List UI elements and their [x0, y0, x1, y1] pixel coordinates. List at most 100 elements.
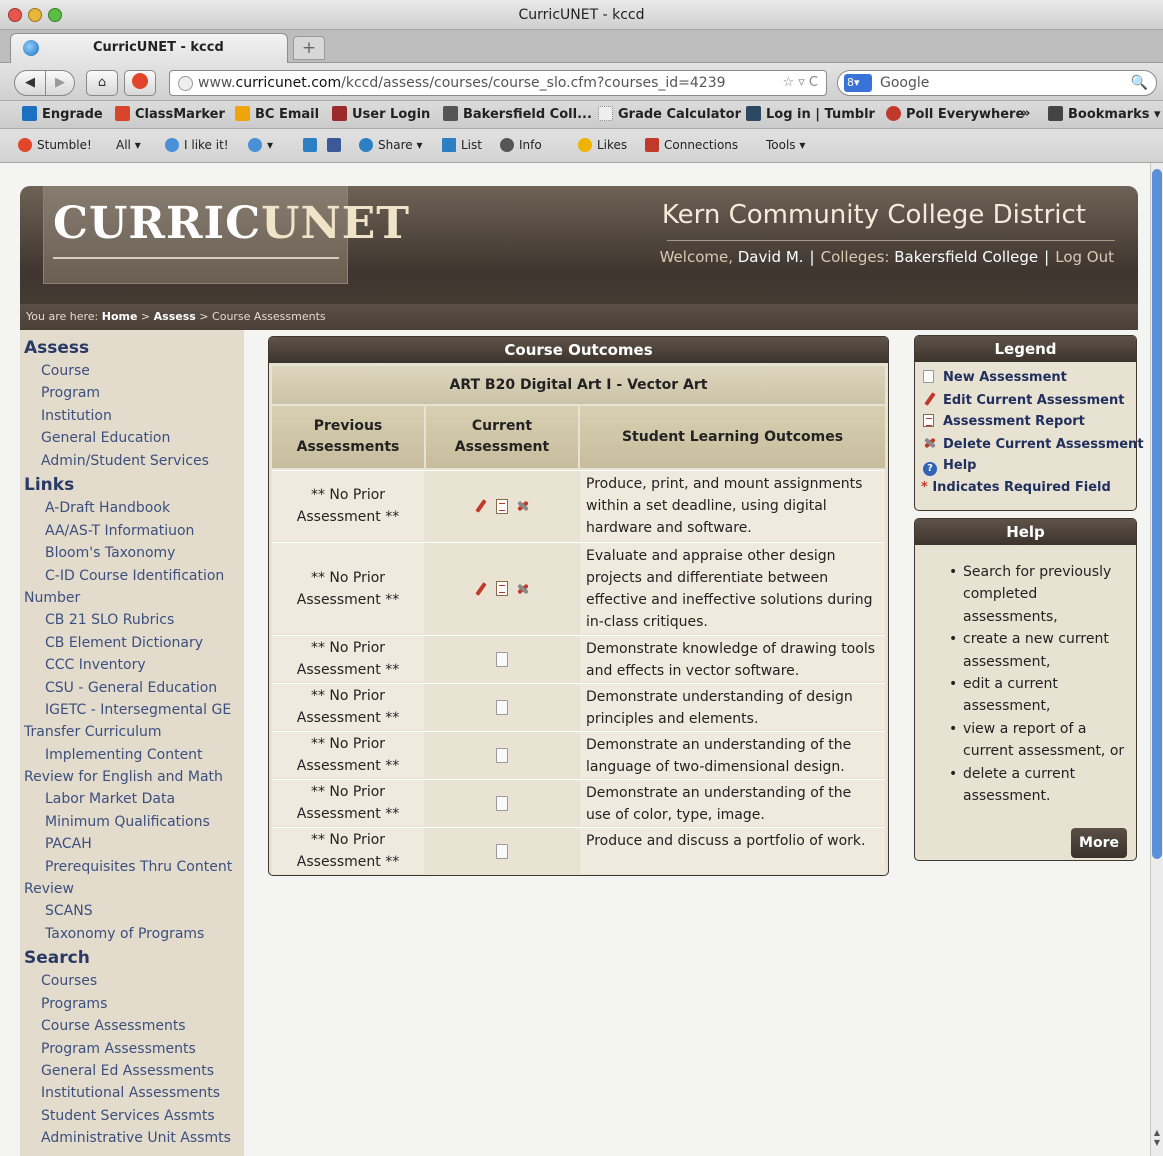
bookmark-grade-calculator[interactable]: Grade Calculator: [598, 106, 741, 122]
sidebar-search-program-assessments[interactable]: Program Assessments: [41, 1041, 196, 1057]
tab-curricunet[interactable]: CurricUNET - kccd: [10, 33, 288, 63]
breadcrumb-home-link[interactable]: Home: [102, 310, 138, 323]
sidebar-search-ge-assessments[interactable]: General Ed Assessments: [41, 1063, 214, 1079]
college-name[interactable]: Bakersfield College: [894, 248, 1038, 266]
sidebar-link-igetc[interactable]: IGETC - Intersegmental GE: [45, 702, 231, 718]
list-button[interactable]: List: [442, 138, 482, 152]
bookmark-poll-everywhere[interactable]: Poll Everywhere: [886, 106, 1024, 122]
sidebar-link-scans[interactable]: SCANS: [45, 903, 93, 919]
dislike-dropdown[interactable]: ▾: [248, 138, 273, 152]
report-icon[interactable]: [496, 498, 508, 514]
sidebar-link-cb21-rubrics[interactable]: CB 21 SLO Rubrics: [45, 612, 174, 628]
sidebar-link-implementing-content-cont[interactable]: Review for English and Math: [24, 769, 223, 785]
edit-pencil-icon[interactable]: [474, 582, 488, 596]
bookmark-classmarker[interactable]: ClassMarker: [115, 106, 225, 122]
sidebar-link-ccc-inventory[interactable]: CCC Inventory: [45, 657, 146, 673]
sidebar-search-institutional-assessments[interactable]: Institutional Assessments: [41, 1085, 220, 1101]
new-tab-button[interactable]: +: [293, 36, 325, 60]
stumble-button[interactable]: Stumble!: [18, 138, 92, 152]
stumble-all-dropdown[interactable]: All ▾: [116, 138, 141, 152]
report-icon[interactable]: [496, 581, 508, 596]
bookmark-engrade[interactable]: Engrade: [22, 106, 103, 122]
info-button[interactable]: Info: [500, 138, 542, 152]
new-assessment-icon[interactable]: [496, 843, 508, 859]
sidebar-item-general-education[interactable]: General Education: [41, 430, 170, 446]
connections-button[interactable]: Connections: [645, 138, 738, 152]
minimize-window-button[interactable]: [28, 8, 42, 22]
vertical-scrollbar[interactable]: ▲ ▼: [1150, 163, 1163, 1156]
url-domain: curricunet.com: [235, 75, 342, 91]
search-box[interactable]: 8▾ Google 🔍: [837, 70, 1157, 96]
zoom-window-button[interactable]: [48, 8, 62, 22]
sidebar-search-courses[interactable]: Courses: [41, 973, 97, 989]
sidebar-item-admin-student-services[interactable]: Admin/Student Services: [41, 453, 209, 469]
sidebar-search-course-assessments[interactable]: Course Assessments: [41, 1018, 186, 1034]
new-assessment-icon[interactable]: [496, 699, 508, 715]
sidebar-link-igetc-cont[interactable]: Transfer Curriculum: [24, 724, 162, 740]
breadcrumb: You are here: Home > Assess > Course Ass…: [20, 304, 1138, 330]
sidebar-link-csu-ge[interactable]: CSU - General Education: [45, 680, 217, 696]
google-engine-icon[interactable]: 8▾: [844, 74, 872, 92]
new-assessment-icon[interactable]: [496, 795, 508, 811]
sidebar-link-pacah[interactable]: PACAH: [45, 836, 92, 852]
bookmark-bc-email[interactable]: BC Email: [235, 106, 319, 122]
curricunet-logo[interactable]: CURRICUNET: [43, 186, 409, 284]
sidebar-link-c-id-cont[interactable]: Number: [24, 590, 80, 606]
bookmark-label: Poll Everywhere: [906, 107, 1025, 122]
more-button[interactable]: More: [1071, 828, 1127, 858]
delete-scissors-icon[interactable]: [516, 499, 530, 513]
tools-dropdown[interactable]: Tools ▾: [766, 138, 805, 152]
scrollbar-thumb[interactable]: [1152, 169, 1162, 859]
search-icon[interactable]: 🔍: [1131, 71, 1148, 95]
sidebar-link-aa-as-t[interactable]: AA/AS-T Informatiuon: [45, 523, 194, 539]
sidebar-link-prerequisites-cont[interactable]: Review: [24, 881, 74, 897]
sidebar-link-min-qualifications[interactable]: Minimum Qualifications: [45, 814, 210, 830]
bookmark-label: Bookmarks ▾: [1068, 107, 1161, 122]
logo-text: CURRICUNET: [53, 198, 410, 249]
sidebar-item-program[interactable]: Program: [41, 385, 100, 401]
sidebar-link-cb-element-dictionary[interactable]: CB Element Dictionary: [45, 635, 203, 651]
share-dropdown[interactable]: Share ▾: [359, 138, 422, 152]
question-mark-icon: ?: [923, 462, 937, 476]
address-bar[interactable]: www.curricunet.com/kccd/assess/courses/c…: [169, 70, 827, 96]
sidebar-link-taxonomy-programs[interactable]: Taxonomy of Programs: [45, 926, 204, 942]
back-button[interactable]: ◀: [14, 70, 46, 96]
sidebar-link-c-id[interactable]: C-ID Course Identification: [45, 568, 224, 584]
bookmark-bakersfield[interactable]: Bakersfield Coll...: [443, 106, 592, 122]
stumbleupon-button[interactable]: [124, 70, 156, 96]
new-assessment-icon[interactable]: [496, 747, 508, 763]
sidebar-search-student-services[interactable]: Student Services Assmts: [41, 1108, 215, 1124]
home-button[interactable]: ⌂: [86, 70, 118, 96]
tag-button[interactable]: [303, 138, 322, 152]
logo-text-unet: UNET: [261, 198, 410, 249]
breadcrumb-assess-link[interactable]: Assess: [154, 310, 196, 323]
tab-bar: CurricUNET - kccd +: [0, 30, 1163, 63]
sidebar-search-admin-unit[interactable]: Administrative Unit Assmts: [41, 1130, 231, 1146]
forward-button[interactable]: ▶: [45, 70, 75, 96]
sidebar-link-implementing-content[interactable]: Implementing Content: [45, 747, 203, 763]
legend-help[interactable]: ? Help: [923, 458, 976, 476]
sidebar-link-draft-handbook[interactable]: A-Draft Handbook: [45, 500, 170, 516]
bookmark-tumblr[interactable]: Log in | Tumblr: [746, 106, 875, 122]
logout-link[interactable]: Log Out: [1055, 248, 1114, 266]
st-label: Likes: [597, 138, 628, 152]
sidebar-link-blooms-taxonomy[interactable]: Bloom's Taxonomy: [45, 545, 175, 561]
sidebar-item-institution[interactable]: Institution: [41, 408, 112, 424]
sidebar-link-prerequisites[interactable]: Prerequisites Thru Content: [45, 859, 232, 875]
facebook-button[interactable]: [327, 138, 346, 152]
new-assessment-icon[interactable]: [496, 651, 508, 667]
bookmarks-overflow[interactable]: »: [1022, 106, 1030, 121]
scroll-arrows-icon[interactable]: ▲ ▼: [1151, 1128, 1163, 1148]
sidebar-item-course[interactable]: Course: [41, 363, 90, 379]
edit-pencil-icon[interactable]: [474, 499, 488, 513]
no-prior-line2: Assessment **: [296, 710, 400, 726]
bookmarks-menu[interactable]: Bookmarks ▾: [1048, 106, 1161, 122]
delete-scissors-icon[interactable]: [516, 582, 530, 596]
bookmark-user-login[interactable]: User Login: [332, 106, 430, 122]
sidebar-search-programs[interactable]: Programs: [41, 996, 107, 1012]
bookmark-star-icon[interactable]: ☆ ▿ C: [782, 71, 818, 95]
sidebar-link-labor-market[interactable]: Labor Market Data: [45, 791, 175, 807]
likes-button[interactable]: Likes: [578, 138, 627, 152]
close-window-button[interactable]: [8, 8, 22, 22]
i-like-it-button[interactable]: I like it!: [165, 138, 229, 152]
